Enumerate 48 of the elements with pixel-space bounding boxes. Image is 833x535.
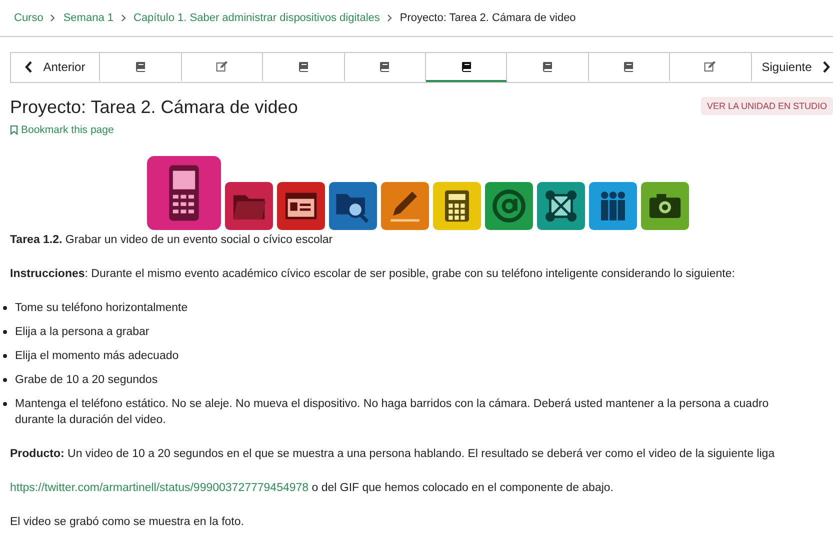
list-item-text: Elija el momento más adecuado (15, 349, 179, 364)
camera-icon (641, 182, 689, 230)
instructions-text: Instrucciones: Durante el mismo evento académico cívico escolar de ser posible, grabe con su teléfono inteligente considerando lo siguiente: (10, 267, 736, 282)
twitter-link[interactable]: https://twitter.com/armartinell/status/999003727779454978 (10, 482, 309, 494)
edit-icon (704, 61, 716, 72)
book-icon (542, 61, 554, 72)
edit-icon (216, 61, 228, 72)
studio-button[interactable]: VER LA UNIDAD EN STUDIO (700, 97, 833, 115)
folder-search-icon (329, 182, 377, 230)
page-title: Proyecto: Tarea 2. Cámara de video (10, 97, 298, 118)
book-icon (460, 61, 472, 72)
chevron-icon (386, 14, 393, 22)
phone-icon (147, 156, 221, 230)
chevron-right-icon (822, 60, 830, 72)
bullet-icon (3, 354, 7, 358)
bullet-icon (3, 330, 7, 334)
closing-text: El video se grabó como se muestra en la foto. (10, 515, 245, 530)
breadcrumb-link[interactable]: Curso (14, 12, 44, 24)
window-icon (277, 182, 325, 230)
calculator-icon (433, 182, 481, 230)
list-item-text: Elija a la persona a grabar (15, 325, 150, 340)
bullet-icon (3, 306, 7, 310)
book-icon (623, 61, 634, 72)
breadcrumb-link[interactable]: Capítulo 1. Saber administrar dispositivos digitales (134, 12, 380, 24)
bookmark-link[interactable]: Bookmark this page (10, 124, 298, 136)
task-line: Tarea 1.2. Grabar un video de un evento social o cívico escolar (10, 233, 334, 248)
at-sign-icon (485, 182, 533, 230)
list-item-text: Grabe de 10 a 20 segundos (15, 373, 158, 388)
link-paragraph: https://twitter.com/armartinell/status/999003727779454978 o del GIF que hemos colocado en el componente de abajo. (10, 481, 614, 496)
bullet-icon (3, 378, 7, 382)
people-icon (589, 182, 637, 230)
bullet-icon (3, 402, 7, 406)
breadcrumb-link[interactable]: Semana 1 (63, 12, 114, 24)
network-icon (537, 182, 585, 230)
chevron-left-icon (25, 60, 34, 72)
chevron-icon (120, 14, 126, 22)
folder-icon (225, 182, 273, 230)
book-icon (298, 61, 309, 72)
breadcrumb-current: Proyecto: Tarea 2. Cámara de video (400, 12, 576, 24)
book-icon (135, 61, 146, 72)
unit-tab[interactable] (426, 53, 508, 82)
chevron-icon (50, 14, 56, 22)
book-icon (379, 61, 390, 72)
product-text: Producto: Un video de 10 a 20 segundos en el que se muestra a una persona hablando. El resultado se deberá ver como el video de la siguiente liga (10, 447, 776, 462)
list-item-text: Mantenga el teléfono estático. No se aleje. No mueva el dispositivo. No haga barridos con la cámara. Deberá usted mantener a la persona a cuadro durante la duración del video. (15, 397, 770, 428)
pencil-icon (381, 182, 429, 230)
bookmark-icon (10, 125, 18, 135)
list-item-text: Tome su teléfono horizontalmente (15, 301, 188, 316)
